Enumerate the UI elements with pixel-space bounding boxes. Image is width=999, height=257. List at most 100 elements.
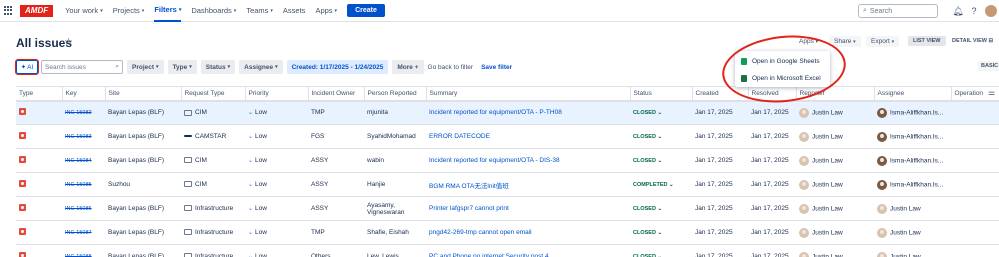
issue-key-link[interactable]: INC-15085	[65, 182, 92, 188]
nav-item-assets[interactable]: Assets	[283, 6, 306, 15]
nav-item-label: Filters	[154, 5, 177, 14]
detail-view-button[interactable]: DETAIL VIEW ⊟	[950, 36, 995, 46]
status-badge[interactable]: CLOSED	[633, 110, 662, 116]
status-badge[interactable]: CLOSED	[633, 158, 662, 164]
filter-status-button[interactable]: Status ▾	[200, 60, 236, 74]
app-switcher-icon[interactable]	[4, 5, 14, 16]
table-row[interactable]: INC-15086 Bayan Lepas (BLF) Infrastructure…	[16, 196, 999, 221]
summary-link[interactable]: Incident reported for equipment/OTA - P-…	[429, 109, 562, 116]
more-filters-button[interactable]: More +	[392, 60, 424, 74]
summary-link[interactable]: Printer lafgspr7 cannot print	[429, 205, 509, 212]
open-in-google-sheets-item[interactable]: Open in Google Sheets	[735, 54, 830, 68]
summary-link[interactable]: PC and Phone no internet Security post 4	[429, 253, 549, 257]
apps-button[interactable]: Apps ▾	[794, 36, 823, 47]
column-header-reporter[interactable]: Reporter	[796, 86, 875, 102]
incident-owner-cell: TMP	[308, 220, 364, 245]
column-header-request-type[interactable]: Request Type	[181, 86, 246, 102]
column-header-resolved[interactable]: Resolved	[748, 86, 797, 102]
site-cell: Bayan Lepas (BLF)	[105, 196, 181, 221]
share-button[interactable]: Share ▾	[829, 36, 861, 47]
summary-link[interactable]: Incident reported for equipment/OTA - DI…	[429, 157, 560, 164]
status-badge[interactable]: CLOSED	[633, 134, 662, 140]
nav-item-your-work[interactable]: Your work ▾	[65, 6, 103, 15]
priority-low-icon: ⌄	[248, 206, 254, 212]
column-header-incident-owner[interactable]: Incident Owner	[308, 86, 365, 102]
issue-key-link[interactable]: INC-15083	[65, 134, 92, 140]
column-header-summary[interactable]: Summary	[426, 86, 631, 102]
column-header-assignee[interactable]: Assignee	[874, 86, 952, 102]
monitor-icon	[184, 109, 192, 116]
chevron-down-icon: ▾	[853, 39, 856, 45]
issue-search-input[interactable]: Search issues ⌕	[41, 60, 123, 74]
chevron-down-icon: ▾	[275, 64, 278, 70]
status-badge[interactable]: CLOSED	[633, 230, 662, 236]
priority-label: Low	[255, 205, 267, 212]
basic-search-button[interactable]: BASIC	[978, 61, 999, 71]
nav-item-filters[interactable]: Filters ▾	[154, 0, 182, 22]
more-label: More	[397, 63, 413, 71]
filter-type-button[interactable]: Type ▾	[167, 60, 197, 74]
nav-item-teams[interactable]: Teams ▾	[246, 6, 273, 15]
user-avatar[interactable]	[985, 5, 997, 17]
issue-key-link[interactable]: INC-15087	[65, 230, 92, 236]
summary-link[interactable]: ERROR DATECODE	[429, 133, 490, 140]
table-row[interactable]: INC-15084 Bayan Lepas (BLF) CIM ⌄ Low ASSY wab…	[16, 148, 999, 173]
list-view-button[interactable]: LIST VIEW	[908, 36, 946, 46]
company-logo[interactable]: AMDF	[20, 4, 54, 17]
priority-label: Low	[255, 229, 267, 236]
star-icon[interactable]: ☆	[64, 37, 73, 48]
export-button[interactable]: Export ▾	[866, 36, 900, 47]
column-header-person-reported[interactable]: Person Reported	[364, 86, 427, 102]
help-icon[interactable]: ?	[968, 5, 980, 17]
column-header-type[interactable]: Type	[16, 86, 63, 102]
open-in-microsoft-excel-item[interactable]: Open in Microsoft Excel	[735, 71, 830, 85]
column-header-priority[interactable]: Priority	[245, 86, 309, 102]
global-search-input[interactable]: ⌕ Search	[858, 4, 938, 18]
notifications-bell-icon[interactable]: 🔔︎	[952, 5, 964, 17]
go-back-to-filter-link[interactable]: Go back to filter	[428, 64, 474, 71]
table-row[interactable]: INC-15083 Bayan Lepas (BLF) CAMSTAR ⌄ Low FGS…	[16, 124, 999, 149]
avatar	[799, 251, 809, 257]
priority-cell: ⌄ Low	[245, 196, 308, 221]
nav-item-apps[interactable]: Apps ▾	[315, 6, 337, 15]
incident-type-icon	[19, 132, 26, 139]
issue-key-link[interactable]: INC-15082	[65, 110, 92, 116]
assignee-name: Justin Law	[890, 229, 921, 237]
nav-item-label: Projects	[112, 6, 140, 15]
type-cell	[16, 100, 62, 125]
column-header-created[interactable]: Created	[692, 86, 749, 102]
reporter-name: Justin Law	[812, 157, 843, 165]
summary-link[interactable]: BGM RMA OTA无法lnit值班	[429, 183, 509, 190]
key-cell: INC-15085	[62, 172, 105, 197]
table-row[interactable]: INC-15082 Bayan Lepas (BLF) CIM ⌄ Low TMP mjun…	[16, 100, 999, 125]
column-header-status[interactable]: Status	[630, 86, 693, 102]
issue-key-link[interactable]: INC-15084	[65, 158, 92, 164]
ai-button[interactable]: ✦ AI	[15, 59, 39, 75]
save-filter-link[interactable]: Save filter	[481, 64, 512, 71]
request-type-cell: CIM	[181, 148, 245, 173]
status-badge[interactable]: COMPLETED	[633, 182, 674, 188]
column-header-site[interactable]: Site	[105, 86, 182, 102]
reporter-name: Justin Law	[812, 253, 843, 257]
incident-owner-cell: ASSY	[308, 148, 364, 173]
table-row[interactable]: INC-15088 Bayan Lepas (BLF) Infrastructure…	[16, 244, 999, 257]
issue-key-link[interactable]: INC-15086	[65, 206, 92, 212]
nav-item-dashboards[interactable]: Dashboards ▾	[191, 6, 236, 15]
status-badge[interactable]: CLOSED	[633, 206, 662, 212]
column-settings-icon[interactable]: ⚌	[988, 88, 995, 97]
nav-item-projects[interactable]: Projects ▾	[113, 6, 145, 15]
priority-low-icon: ⌄	[248, 134, 254, 140]
incident-owner-cell: ASSY	[308, 196, 364, 221]
reporter-cell: Justin Law	[796, 148, 874, 173]
summary-link[interactable]: pngd42-269-tmp cannot open email	[429, 229, 532, 236]
filter-assignee-button[interactable]: Assignee ▾	[239, 60, 283, 74]
operation-cell	[951, 196, 999, 221]
create-button[interactable]: Create	[347, 4, 385, 17]
column-header-key[interactable]: Key	[62, 86, 106, 102]
table-row[interactable]: INC-15085 Suzhou CIM ⌄ Low ASSY Hanjie BGM RMA …	[16, 172, 999, 197]
summary-cell: pngd42-269-tmp cannot open email	[426, 220, 630, 245]
priority-label: Low	[255, 157, 267, 164]
created-filter-button[interactable]: Created: 1/17/2025 - 1/24/2025	[286, 60, 389, 74]
filter-project-button[interactable]: Project ▾	[127, 60, 164, 74]
table-row[interactable]: INC-15087 Bayan Lepas (BLF) Infrastructure…	[16, 220, 999, 245]
